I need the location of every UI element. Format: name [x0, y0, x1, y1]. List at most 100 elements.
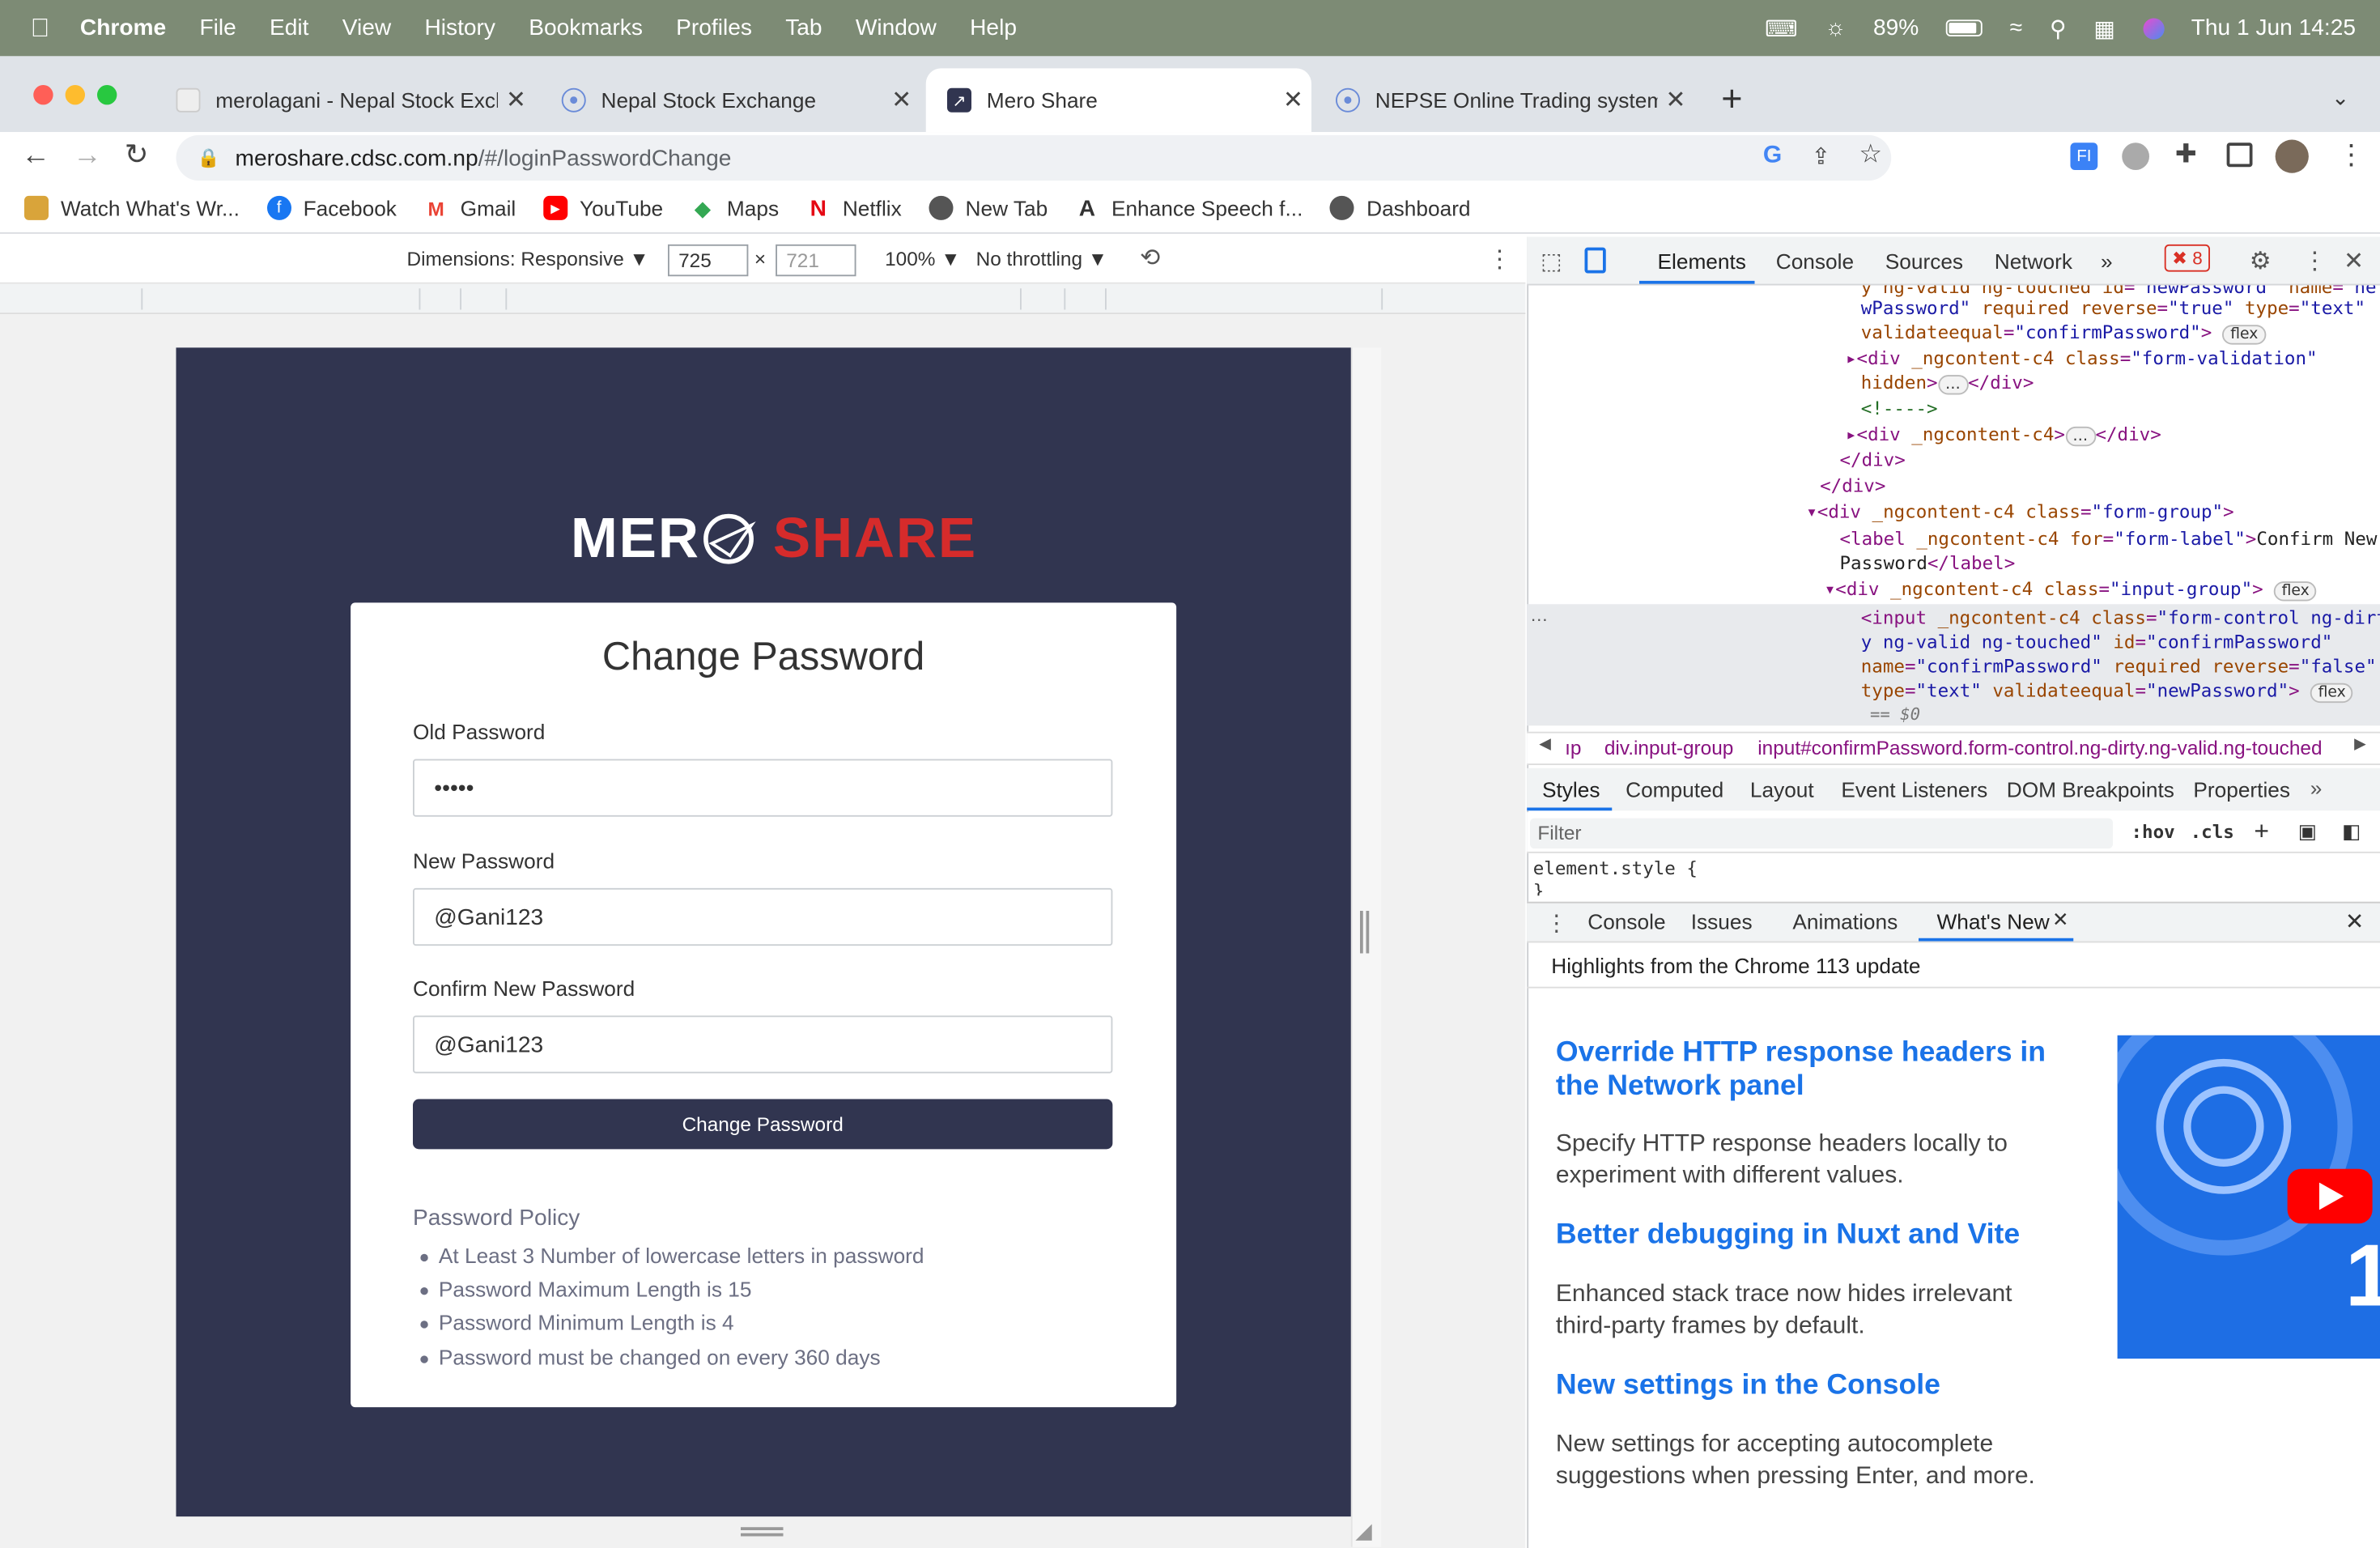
old-password-input[interactable]: •••••: [413, 759, 1113, 817]
close-window-button[interactable]: [33, 85, 53, 105]
menu-tab[interactable]: Tab: [785, 15, 822, 41]
close-tab-icon[interactable]: ✕: [1275, 85, 1311, 116]
battery-percent[interactable]: 89%: [1873, 15, 1919, 41]
viewport-width-input[interactable]: 725: [668, 244, 749, 277]
reload-icon[interactable]: ↻: [125, 138, 149, 173]
height-resize-handle[interactable]: [741, 1527, 784, 1537]
bookmark-youtube[interactable]: ▶ YouTube: [542, 195, 663, 220]
crumb-item[interactable]: ıp: [1565, 736, 1581, 759]
media-query-ruler[interactable]: [0, 283, 1526, 315]
close-devtools-icon[interactable]: ✕: [2344, 246, 2364, 277]
hov-toggle[interactable]: :hov: [2131, 821, 2175, 842]
cls-toggle[interactable]: .cls: [2191, 821, 2234, 842]
devtools-tab-elements[interactable]: Elements: [1658, 249, 1746, 274]
close-tab-icon[interactable]: ✕: [498, 85, 534, 116]
subtab-event-listeners[interactable]: Event Listeners: [1841, 777, 1987, 802]
browser-tab-merolagani[interactable]: merolagani - Nepal Stock Exch ✕: [155, 68, 534, 132]
more-options-icon[interactable]: ⋮: [1488, 245, 1512, 275]
subtab-styles[interactable]: Styles: [1542, 777, 1600, 802]
menu-history[interactable]: History: [424, 15, 495, 41]
devtools-menu-icon[interactable]: ⋮: [2302, 246, 2327, 277]
apple-icon[interactable]: : [31, 13, 50, 44]
menubar-clock[interactable]: Thu 1 Jun 14:25: [2191, 15, 2356, 41]
google-icon[interactable]: G: [1763, 142, 1782, 170]
extensions-puzzle-icon[interactable]: ✚: [2175, 140, 2197, 171]
close-drawer-icon[interactable]: ✕: [2345, 908, 2365, 935]
bookmark-gmail[interactable]: M Gmail: [424, 196, 516, 220]
tab-search-chevron-icon[interactable]: ⌄: [2331, 85, 2349, 111]
subtab-computed[interactable]: Computed: [1626, 777, 1723, 802]
close-whats-new-tab-icon[interactable]: ✕: [2052, 908, 2068, 932]
bookmark-new-tab[interactable]: New Tab: [929, 195, 1048, 220]
drawer-tab-issues[interactable]: Issues: [1691, 909, 1753, 933]
drawer-tab-console[interactable]: Console: [1587, 909, 1665, 933]
crumbs-left-arrow-icon[interactable]: ◀: [1539, 736, 1550, 753]
rotate-icon[interactable]: ⟲: [1140, 243, 1160, 274]
new-tab-plus-icon[interactable]: +: [1721, 79, 1742, 122]
menu-profiles[interactable]: Profiles: [676, 15, 752, 41]
bookmark-watch[interactable]: Watch What's Wr...: [24, 195, 240, 220]
spotlight-search-icon[interactable]: ⚲: [2050, 15, 2067, 42]
extension-fi-icon[interactable]: FI: [2070, 142, 2098, 170]
share-icon[interactable]: ⇪: [1812, 142, 1831, 170]
menu-view[interactable]: View: [342, 15, 391, 41]
menu-app-name[interactable]: Chrome: [80, 15, 166, 41]
browser-tab-nepse-trading[interactable]: ● NEPSE Online Trading system ✕: [1315, 68, 1694, 132]
corner-resize-icon[interactable]: ◢: [1355, 1518, 1371, 1544]
drawer-menu-icon[interactable]: ⋮: [1545, 909, 1568, 937]
bookmark-enhance-speech[interactable]: A Enhance Speech f...: [1075, 195, 1303, 221]
more-subtabs-icon[interactable]: »: [2310, 776, 2323, 800]
drawer-tab-animations[interactable]: Animations: [1792, 909, 1898, 933]
more-tabs-icon[interactable]: »: [2101, 249, 2113, 274]
control-center-icon[interactable]: ▦: [2093, 15, 2115, 42]
drawer-tab-whats-new[interactable]: What's New: [1937, 909, 2050, 933]
menu-help[interactable]: Help: [970, 15, 1017, 41]
siri-icon[interactable]: [2142, 17, 2164, 39]
forward-arrow-icon[interactable]: →: [73, 140, 102, 173]
zoom-select[interactable]: 100% ▼: [885, 248, 960, 270]
zoom-window-button[interactable]: [97, 85, 117, 105]
close-tab-icon[interactable]: ✕: [1658, 85, 1694, 116]
bookmark-maps[interactable]: ◆ Maps: [691, 195, 779, 220]
paint-icon[interactable]: ▣: [2298, 820, 2317, 844]
new-password-input[interactable]: @Gani123: [413, 887, 1113, 946]
menu-file[interactable]: File: [199, 15, 236, 41]
new-style-rule-icon[interactable]: +: [2254, 817, 2269, 848]
brightness-icon[interactable]: ☼: [1825, 15, 1846, 41]
change-password-button[interactable]: Change Password: [413, 1099, 1113, 1150]
menu-bookmarks[interactable]: Bookmarks: [529, 15, 643, 41]
close-tab-icon[interactable]: ✕: [883, 85, 920, 116]
dimensions-select[interactable]: Dimensions: Responsive ▼: [407, 248, 649, 270]
confirm-password-input[interactable]: @Gani123: [413, 1015, 1113, 1074]
device-toggle-icon[interactable]: [1584, 247, 1606, 274]
profile-avatar[interactable]: [2275, 139, 2309, 173]
error-count-badge[interactable]: ✖ 8: [2164, 244, 2211, 272]
back-arrow-icon[interactable]: ←: [21, 140, 50, 173]
keyboard-icon[interactable]: ⌨: [1765, 15, 1798, 42]
subtab-layout[interactable]: Layout: [1750, 777, 1814, 802]
styles-filter-input[interactable]: Filter: [1530, 818, 2113, 849]
article-title-link[interactable]: Override HTTP response headers in the Ne…: [1556, 1037, 2057, 1104]
devtools-tab-sources[interactable]: Sources: [1885, 249, 1963, 274]
throttling-select[interactable]: No throttling ▼: [976, 248, 1107, 270]
minimize-window-button[interactable]: [65, 85, 85, 105]
lock-icon[interactable]: 🔒: [198, 147, 220, 168]
extension-globe-icon[interactable]: [2122, 142, 2149, 170]
viewport-height-input[interactable]: 721: [776, 244, 856, 277]
whats-new-video-thumbnail[interactable]: 1: [2117, 1035, 2380, 1359]
subtab-dom-breakpoints[interactable]: DOM Breakpoints: [2007, 777, 2174, 802]
bookmark-star-icon[interactable]: ☆: [1859, 140, 1882, 171]
settings-gear-icon[interactable]: ⚙: [2250, 246, 2272, 277]
crumbs-right-arrow-icon[interactable]: ▶: [2354, 736, 2365, 753]
battery-icon[interactable]: [1946, 19, 1983, 36]
browser-tab-mero-share[interactable]: ↗ Mero Share ✕: [925, 68, 1311, 133]
subtab-properties[interactable]: Properties: [2193, 777, 2290, 802]
menu-edit[interactable]: Edit: [270, 15, 308, 41]
crumb-item-selected[interactable]: input#confirmPassword.form-control.ng-di…: [1757, 736, 2322, 759]
bookmark-netflix[interactable]: N Netflix: [806, 195, 902, 221]
menu-window[interactable]: Window: [856, 15, 937, 41]
bookmark-facebook[interactable]: f Facebook: [266, 195, 397, 220]
node-more-icon[interactable]: …: [1530, 604, 1549, 625]
sidebar-toggle-icon[interactable]: ◧: [2342, 820, 2361, 844]
element-style-rule[interactable]: element.style {: [1533, 857, 1698, 878]
